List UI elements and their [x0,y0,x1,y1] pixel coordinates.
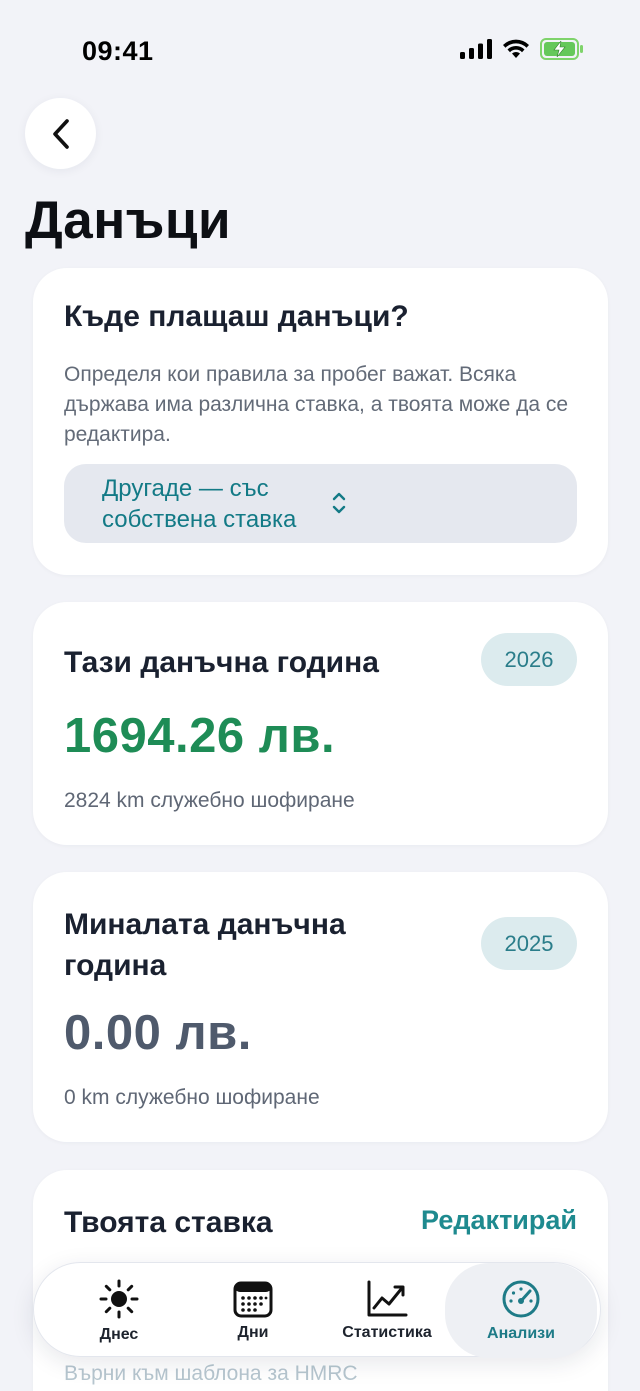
wifi-icon [503,39,529,58]
this-tax-year-title: Тази данъчна година [64,646,379,679]
tab-statistics[interactable]: Статистика [322,1263,452,1358]
tax-region-title: Къде плащаш данъци? [64,300,409,333]
status-time: 09:41 [82,36,154,66]
last-tax-year-title: Миналата данъчна година [64,908,346,982]
last-tax-year-distance: 0 km служебно шофиране [64,1086,320,1109]
this-tax-year-distance: 2824 km служебно шофиране [64,789,355,812]
tax-region-selected-value: Другаде — със собствена ставка [102,475,297,533]
your-rate-title: Твоята ставка [64,1206,273,1239]
tab-analyses-label: Анализи [487,1324,555,1342]
tab-today-label: Днес [99,1325,139,1343]
calendar-icon [233,1281,273,1317]
status-icons [460,38,584,60]
gauge-icon [502,1280,540,1317]
tab-today[interactable]: Днес [54,1263,184,1358]
signal-icon [460,39,492,59]
this-tax-year-badge: 2026 [481,633,577,686]
reset-hmrc-template-link[interactable]: Върни към шаблона за HMRC [64,1362,358,1386]
tab-statistics-label: Статистика [342,1323,432,1341]
tax-region-select[interactable]: Другаде — със собствена ставка [64,464,577,543]
page-title: Данъци [25,191,232,250]
tab-analyses[interactable]: Анализи [445,1263,597,1358]
chevron-left-icon [52,118,69,149]
edit-rate-button[interactable]: Редактирай [421,1205,577,1236]
tab-bar: Днес Дни Статистика Анализи [33,1262,601,1358]
tax-region-description: Определя кои правила за пробег важат. Вс… [64,363,569,446]
last-tax-year-badge: 2025 [481,917,577,970]
last-tax-year-amount: 0.00 лв. [64,1006,252,1060]
chart-icon [367,1280,408,1316]
chevron-up-down-icon [332,492,346,514]
this-tax-year-card: Тази данъчна година 2026 1694.26 лв. 282… [33,602,608,845]
battery-charging-icon [540,38,583,60]
tab-days-label: Дни [237,1323,269,1341]
back-button[interactable] [25,98,96,169]
sun-icon [99,1279,139,1318]
tab-days[interactable]: Дни [188,1263,318,1358]
last-tax-year-card: Миналата данъчна година 2025 0.00 лв. 0 … [33,872,608,1142]
this-tax-year-amount: 1694.26 лв. [64,709,336,763]
status-bar: 09:41 [0,0,640,100]
